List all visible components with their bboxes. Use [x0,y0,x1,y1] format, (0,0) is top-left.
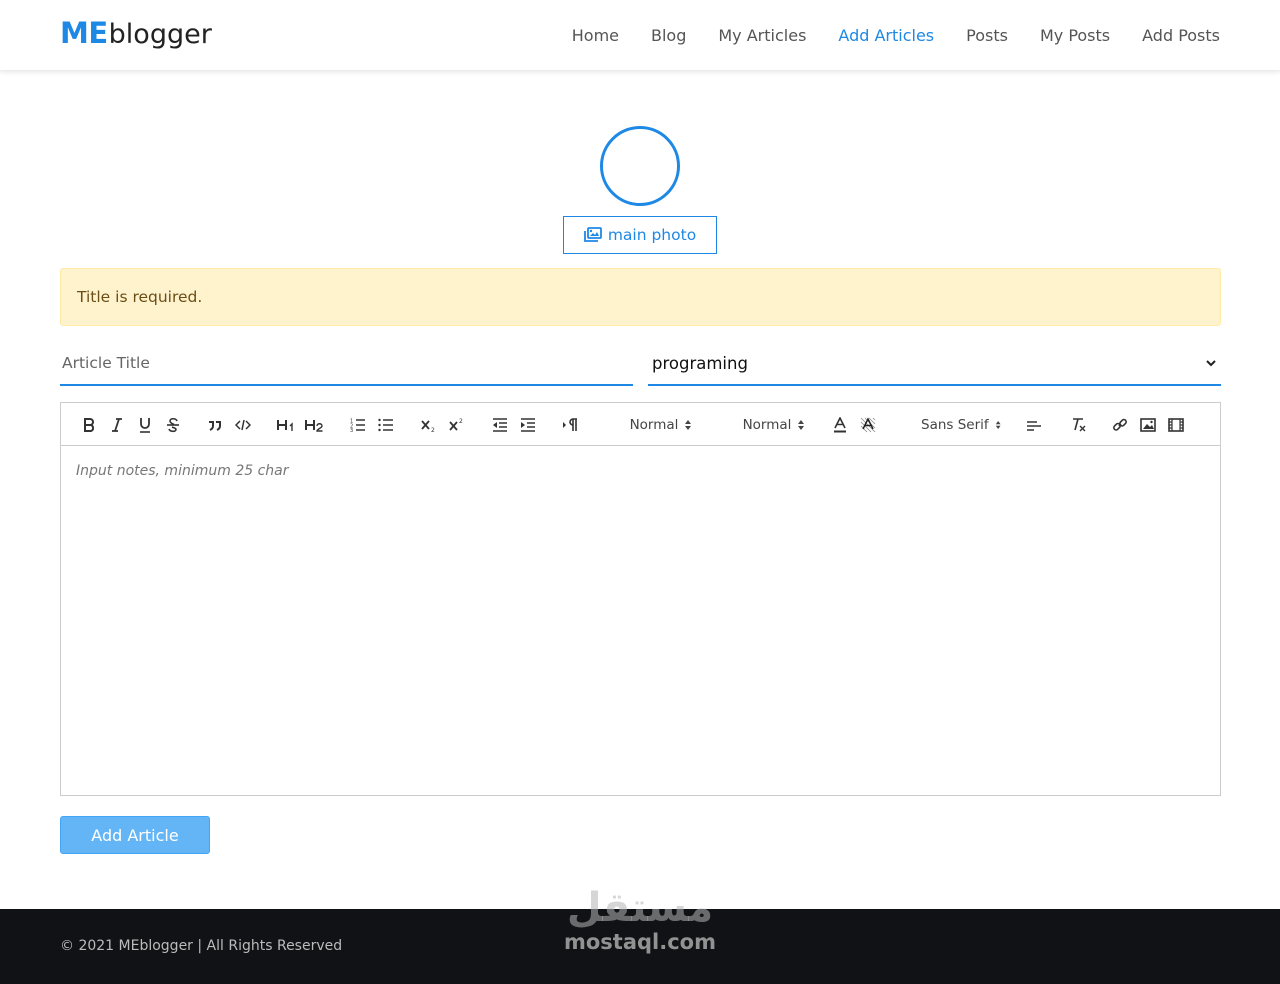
main-photo-button[interactable]: main photo [563,216,717,254]
align-icon[interactable] [1025,413,1043,437]
copyright-text: © 2021 MEblogger | All Rights Reserved [60,938,343,954]
navbar: ME blogger Home Blog My Articles Add Arti… [0,0,1280,71]
italic-icon[interactable] [109,413,125,437]
svg-text:3: 3 [350,428,353,432]
watermark-latin: mostaql.com [564,930,716,954]
header-2-icon[interactable] [303,413,325,437]
category-select[interactable]: programing [648,342,1221,386]
brand-logo[interactable]: ME blogger [60,16,212,56]
nav-links: Home Blog My Articles Add Articles Posts… [540,0,1220,71]
brand-prefix: ME [60,16,108,50]
text-color-icon[interactable] [831,413,849,437]
editor-content-area[interactable]: Input notes, minimum 25 char [61,446,1220,795]
video-icon[interactable] [1167,413,1185,437]
strike-icon[interactable] [165,413,181,437]
alert-message: Title is required. [77,288,203,306]
image-icon[interactable] [1139,413,1157,437]
nav-item-my-articles[interactable]: My Articles [718,26,806,45]
font-select-value: Sans Serif [921,417,989,433]
clean-format-icon[interactable] [1069,413,1087,437]
header-1-icon[interactable] [275,413,297,437]
outdent-icon[interactable] [491,413,509,437]
main-photo-label: main photo [607,226,697,244]
nav-item-add-posts[interactable]: Add Posts [1142,26,1220,45]
photo-preview [600,126,680,206]
article-title-input[interactable] [60,342,633,386]
category-selected-value: programing [652,353,748,373]
underline-icon[interactable] [137,413,153,437]
editor-placeholder: Input notes, minimum 25 char [76,463,289,479]
updown-icon [685,420,692,430]
nav-item-blog[interactable]: Blog [651,26,686,45]
svg-text:2: 2 [431,427,435,433]
header-select-value: Normal [629,417,679,433]
header-select[interactable]: Normal [629,413,693,437]
ordered-list-icon[interactable]: 123 [349,413,367,437]
bullet-list-icon[interactable] [377,413,395,437]
images-icon [583,227,602,242]
rich-text-editor: 123 2 2 Normal Normal Sans Serif Input n… [60,402,1221,796]
updown-icon [798,420,805,430]
validation-alert: Title is required. [60,268,1221,326]
svg-text:2: 2 [459,418,463,425]
subscript-icon[interactable]: 2 [419,413,439,437]
nav-item-my-posts[interactable]: My Posts [1040,26,1110,45]
indent-icon[interactable] [519,413,537,437]
size-select[interactable]: Normal [742,413,806,437]
nav-item-posts[interactable]: Posts [966,26,1008,45]
bold-icon[interactable] [81,413,97,437]
blockquote-icon[interactable] [207,413,223,437]
size-select-value: Normal [742,417,792,433]
link-icon[interactable] [1111,413,1129,437]
chevron-down-icon [1206,360,1216,367]
brand-suffix: blogger [108,19,212,50]
watermark-arabic: مستقل [566,885,714,931]
footer: © 2021 MEblogger | All Rights Reserved م… [0,887,1280,984]
code-block-icon[interactable] [235,413,251,437]
font-select[interactable]: Sans Serif [921,413,1001,437]
editor-toolbar: 123 2 2 Normal Normal Sans Serif [61,403,1220,446]
nav-item-home[interactable]: Home [572,26,619,45]
background-color-icon[interactable] [859,413,877,437]
direction-rtl-icon[interactable] [561,413,581,437]
nav-item-add-articles[interactable]: Add Articles [838,26,934,45]
mostaql-watermark: مستقل mostaql.com [548,887,732,967]
add-article-button[interactable]: Add Article [60,816,210,854]
updown-icon [995,421,1001,429]
superscript-icon[interactable]: 2 [447,413,467,437]
